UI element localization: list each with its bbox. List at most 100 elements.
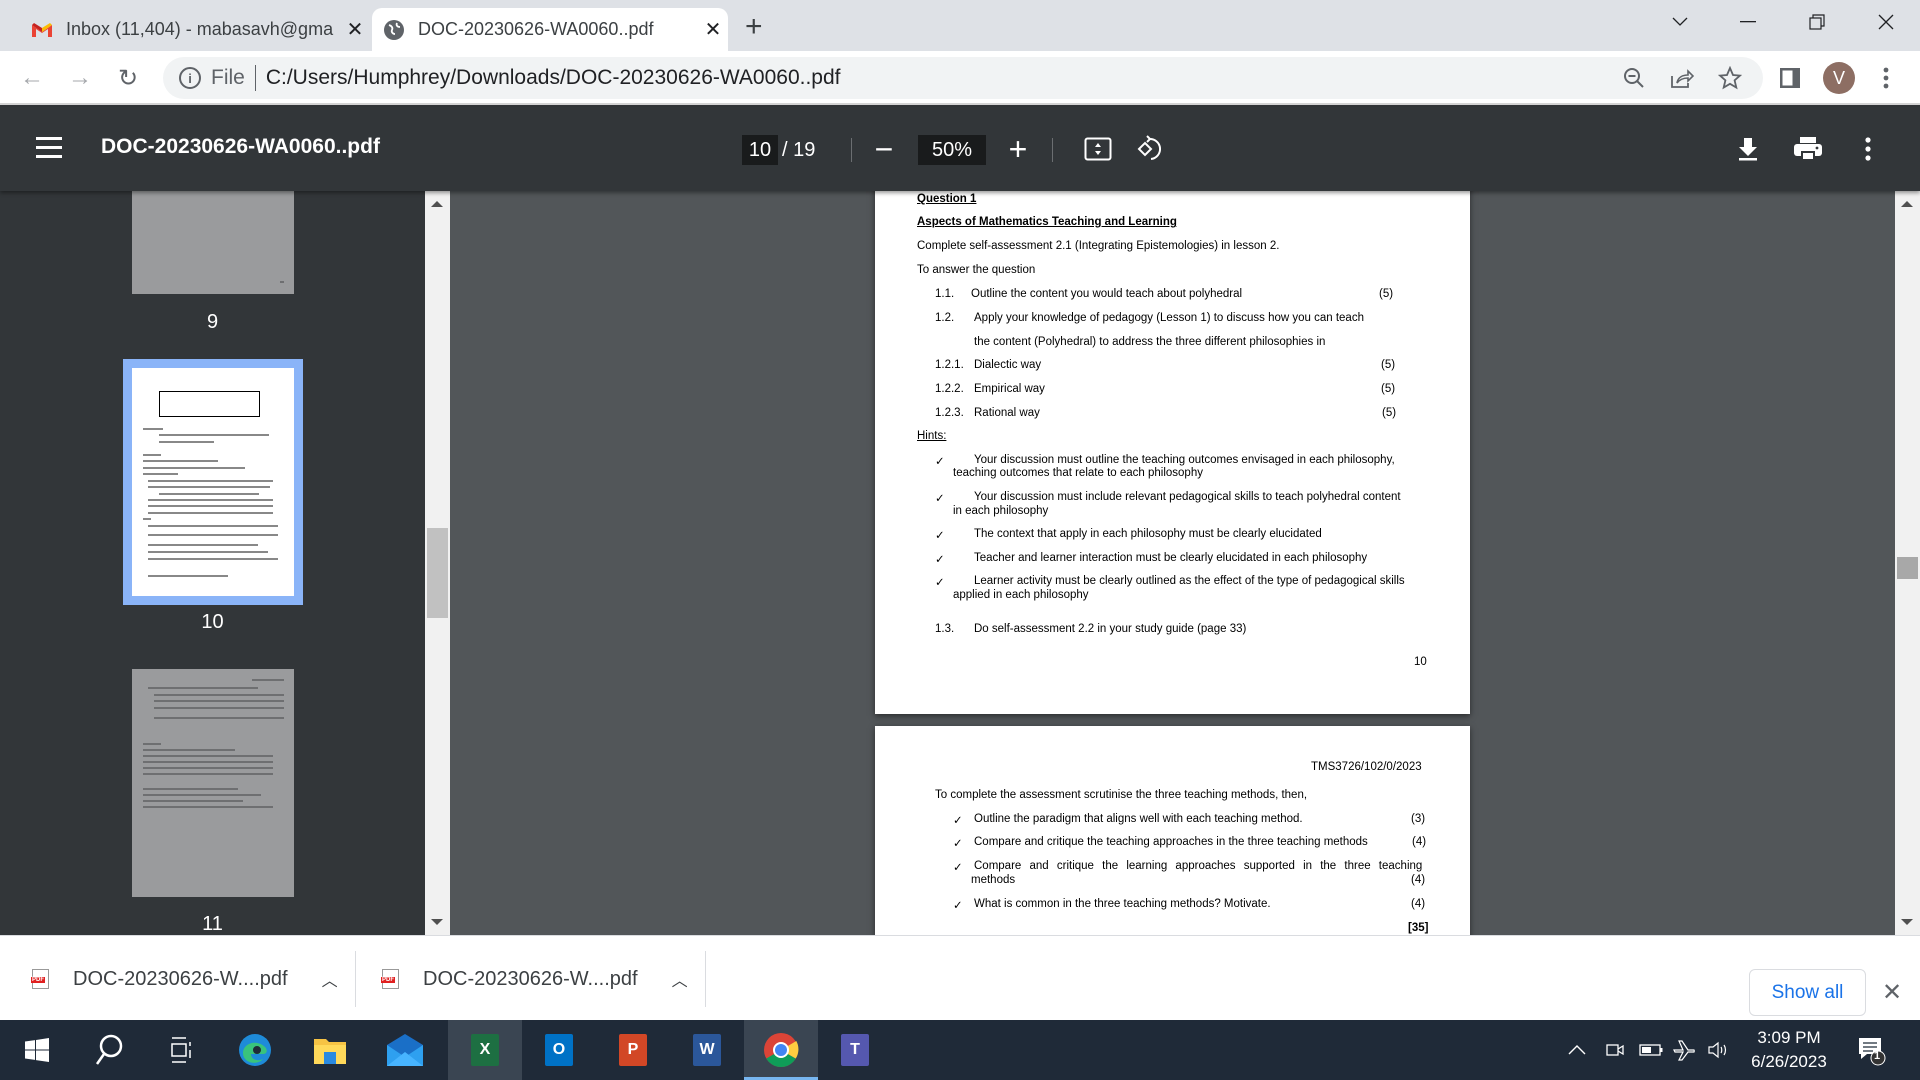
minimize-button[interactable] — [1718, 0, 1778, 44]
page-number-input[interactable]: 10 — [742, 135, 778, 165]
item-text: Dialectic way — [974, 359, 1042, 371]
zoom-out-button[interactable]: − — [866, 131, 902, 167]
scroll-up-arrow-icon[interactable] — [431, 201, 443, 207]
thumbnail-text-line — [148, 544, 258, 546]
item-number: 1.2.3. — [935, 407, 964, 419]
arrow-left-icon: ← — [20, 64, 44, 91]
hint-text: Your discussion must outline the teachin… — [974, 454, 1395, 466]
hints-heading: Hints: — [917, 430, 947, 442]
info-icon[interactable]: i — [179, 67, 201, 89]
scroll-down-arrow-icon[interactable] — [1901, 919, 1913, 925]
excel-icon: X — [471, 1034, 499, 1066]
address-bar[interactable]: i File C:/Users/Humphrey/Downloads/DOC-2… — [163, 57, 1763, 99]
task-view-button[interactable] — [144, 1020, 218, 1080]
hint-text: Your discussion must include relevant pe… — [974, 491, 1401, 503]
thumbnail-text-line — [143, 743, 161, 745]
download-button[interactable] — [1730, 131, 1766, 167]
download-item[interactable]: DOC-20230626-W....pdf ︿ — [31, 951, 338, 1007]
taskbar-app-file-explorer[interactable] — [293, 1020, 367, 1080]
forward-button[interactable]: → — [62, 60, 98, 96]
thumbnail-text-line — [148, 480, 273, 482]
pdf-more-actions-button[interactable] — [1850, 131, 1886, 167]
taskbar-app-word[interactable]: W — [670, 1020, 744, 1080]
sidebar-toggle-button[interactable] — [36, 137, 62, 164]
chevron-up-icon[interactable]: ︿ — [322, 967, 338, 991]
taskbar-app-powerpoint[interactable]: P — [596, 1020, 670, 1080]
taskbar-app-teams[interactable]: T — [818, 1020, 892, 1080]
scroll-down-arrow-icon[interactable] — [431, 919, 443, 925]
show-hidden-icons-button[interactable] — [1562, 1020, 1592, 1080]
chevron-up-icon[interactable]: ︿ — [672, 967, 688, 991]
item-text: Do self-assessment 2.2 in your study gui… — [974, 623, 1247, 635]
close-tab-icon[interactable]: ✕ — [698, 17, 728, 42]
hint-text: Learner activity must be clearly outline… — [974, 575, 1405, 587]
task-text: What is common in the three teaching met… — [974, 898, 1271, 910]
camera-status-button[interactable] — [1600, 1020, 1630, 1080]
thumbnail-text-line — [154, 707, 284, 709]
task-marks: (4) — [1411, 874, 1426, 886]
airplane-mode-button[interactable] — [1670, 1020, 1700, 1080]
section-title: Aspects of Mathematics Teaching and Lear… — [917, 216, 1177, 228]
item-number: 1.1. — [935, 288, 955, 300]
tab-search-dropdown[interactable] — [1650, 0, 1710, 44]
close-window-button[interactable] — [1856, 0, 1916, 44]
taskbar-app-excel[interactable]: X — [448, 1020, 522, 1080]
download-item[interactable]: DOC-20230626-W....pdf ︿ — [381, 951, 688, 1007]
total-marks: [35] — [1408, 922, 1429, 934]
new-tab-button[interactable]: + — [745, 10, 763, 44]
thumbnail-page-9[interactable] — [132, 191, 294, 294]
share-button[interactable] — [1664, 60, 1700, 96]
restore-button[interactable] — [1787, 0, 1847, 44]
scroll-up-arrow-icon[interactable] — [1901, 201, 1913, 207]
profile-avatar[interactable]: V — [1823, 62, 1855, 94]
thumbnail-page-11[interactable] — [132, 669, 294, 897]
document-scrollbar[interactable] — [1895, 191, 1920, 935]
system-clock[interactable]: 3:09 PM 6/26/2023 — [1735, 1026, 1843, 1074]
url-text[interactable]: C:/Users/Humphrey/Downloads/DOC-20230626… — [266, 66, 1763, 90]
taskbar-app-outlook[interactable]: O — [522, 1020, 596, 1080]
sidebar-scrollbar[interactable] — [425, 191, 450, 935]
battery-status-button[interactable] — [1636, 1020, 1666, 1080]
taskbar-app-chrome[interactable] — [744, 1020, 818, 1080]
download-icon — [1739, 138, 1757, 161]
item-marks: (5) — [1381, 359, 1396, 371]
sidebar-scrollbar-thumb[interactable] — [427, 528, 448, 618]
fit-to-page-button[interactable] — [1080, 131, 1116, 167]
thumbnail-page-10[interactable] — [132, 368, 294, 596]
action-center-button[interactable]: 1 — [1857, 1036, 1887, 1066]
check-icon: ✓ — [935, 456, 945, 468]
tab-pdf-document[interactable]: DOC-20230626-WA0060..pdf ✕ — [372, 8, 728, 51]
print-button[interactable] — [1790, 131, 1826, 167]
taskbar-app-mail[interactable] — [368, 1020, 442, 1080]
show-all-downloads-button[interactable]: Show all — [1749, 969, 1866, 1016]
camera-icon — [1606, 1044, 1624, 1056]
task-marks: (3) — [1411, 813, 1426, 825]
item-marks: (5) — [1379, 288, 1394, 300]
lead-in-text: To complete the assessment scrutinise th… — [935, 789, 1308, 801]
close-tab-icon[interactable]: ✕ — [340, 17, 370, 42]
tab-gmail-inbox[interactable]: Inbox (11,404) - mabasavh@gma ✕ — [20, 8, 370, 51]
chrome-menu-button[interactable] — [1868, 60, 1904, 96]
document-viewport[interactable]: Question 1 Aspects of Mathematics Teachi… — [450, 191, 1895, 935]
chevron-down-icon — [1672, 17, 1688, 26]
zoom-indicator-button[interactable] — [1616, 60, 1652, 96]
side-panel-button[interactable] — [1772, 60, 1808, 96]
close-download-shelf-button[interactable]: ✕ — [1882, 978, 1902, 1007]
zoom-in-button[interactable]: + — [1000, 131, 1036, 167]
volume-button[interactable] — [1704, 1020, 1734, 1080]
close-icon — [1878, 14, 1894, 30]
gmail-icon — [30, 18, 54, 42]
toolbar-divider — [851, 138, 852, 162]
start-button[interactable] — [0, 1020, 74, 1080]
taskbar-app-edge[interactable] — [218, 1020, 292, 1080]
document-scrollbar-thumb[interactable] — [1897, 557, 1918, 579]
reload-button[interactable]: ↻ — [110, 60, 146, 96]
item-text: Empirical way — [974, 383, 1045, 395]
bookmark-button[interactable] — [1712, 60, 1748, 96]
check-icon: ✓ — [953, 815, 963, 827]
back-button[interactable]: ← — [14, 60, 50, 96]
rotate-button[interactable] — [1132, 131, 1168, 167]
thumbnail-text-line — [143, 788, 238, 790]
search-button[interactable] — [72, 1020, 146, 1080]
zoom-level-input[interactable]: 50% — [918, 135, 986, 165]
